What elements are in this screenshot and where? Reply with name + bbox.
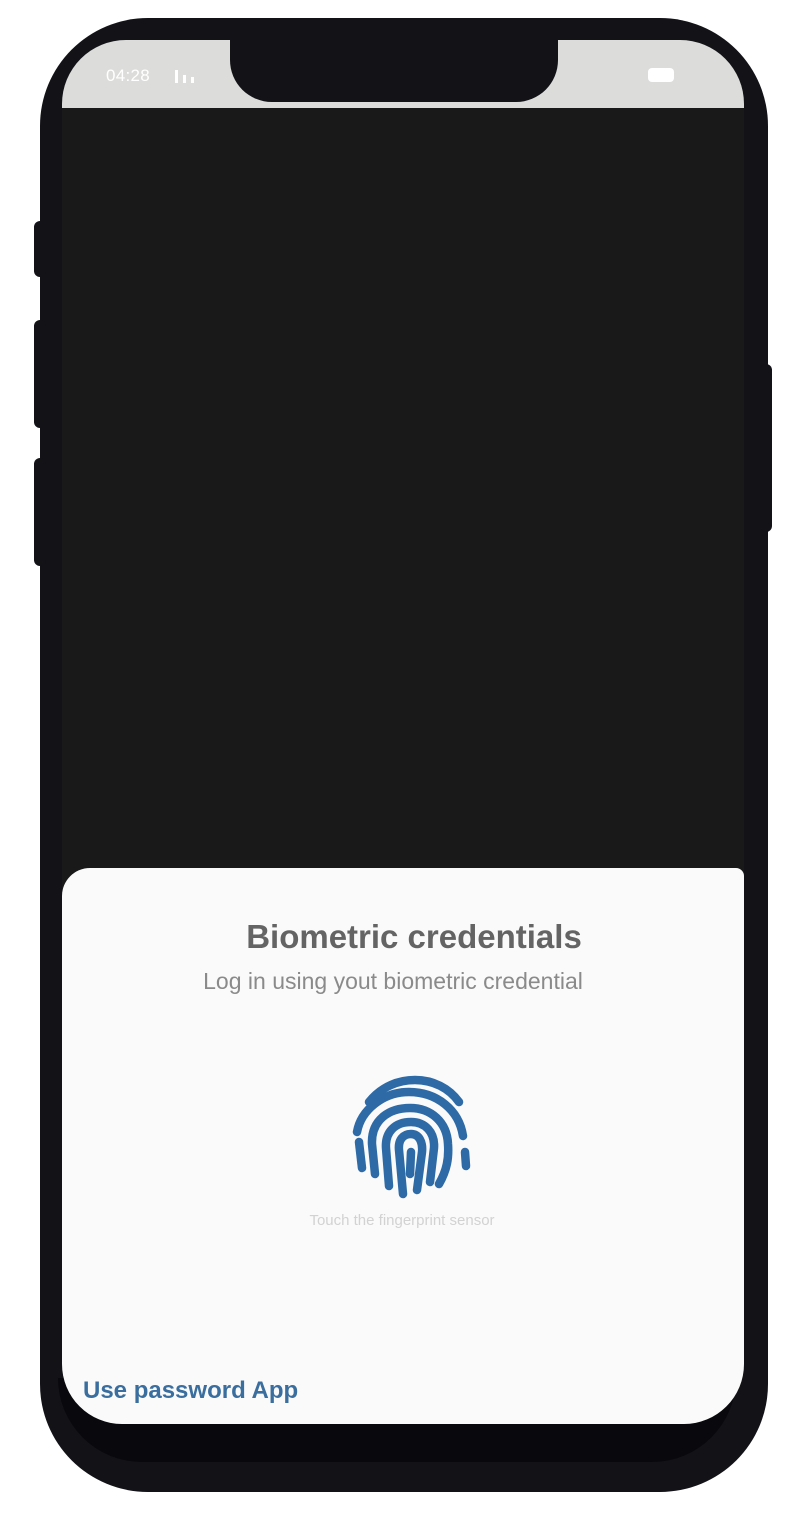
notch <box>230 40 558 102</box>
power-button <box>760 364 772 532</box>
fingerprint-hint: Touch the fingerprint sensor <box>309 1212 495 1229</box>
mute-switch <box>34 221 46 277</box>
biometric-title: Biometric credentials <box>246 918 582 955</box>
use-password-button[interactable]: Use password App <box>83 1377 298 1405</box>
signal-bars-icon <box>175 69 199 83</box>
biometric-subtitle: Log in using yout biometric credential <box>203 968 583 994</box>
phone-screen: 04:28 Biometric credentials Log in using… <box>62 40 744 1424</box>
battery-icon <box>648 68 674 82</box>
volume-down-button <box>34 458 46 566</box>
fingerprint-icon[interactable] <box>347 1072 477 1202</box>
status-time: 04:28 <box>106 66 151 85</box>
biometric-prompt-sheet: Biometric credentials Log in using yout … <box>62 868 744 1424</box>
volume-up-button <box>34 320 46 428</box>
